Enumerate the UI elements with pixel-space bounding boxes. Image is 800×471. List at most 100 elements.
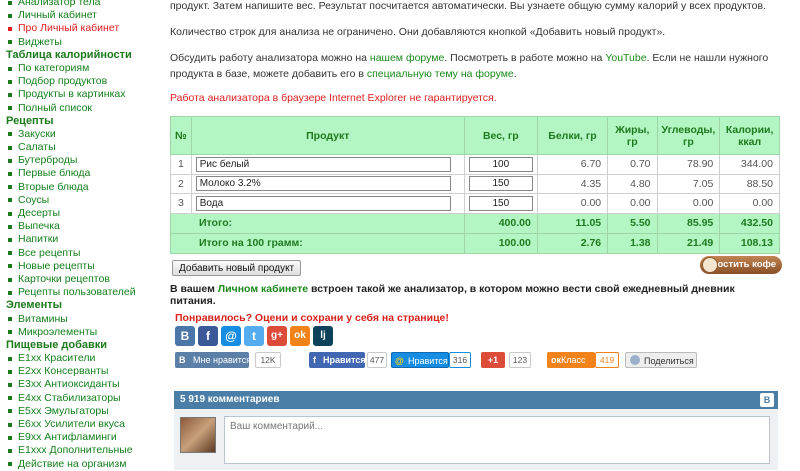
sidebar-item[interactable]: Полный список (0, 102, 162, 115)
table-row: 3 Вода 150 0.00 0.00 0.00 0.00 (170, 193, 780, 214)
sidebar-heading[interactable]: Пищевые добавки (0, 339, 162, 352)
ok-class-button[interactable]: ок Класс (547, 352, 595, 368)
total-label-cell: Итого: (170, 212, 465, 234)
sidebar-item[interactable]: Карточки рецептов (0, 273, 162, 286)
kcal-value: 0.00 (719, 193, 780, 214)
product-cell: Вода (190, 193, 465, 214)
sidebar-item[interactable]: Личный кабинет (0, 9, 162, 22)
share-button-label: Поделиться (644, 356, 694, 366)
mail-like-button[interactable]: @ Нравится (391, 352, 449, 368)
sidebar-item-label: Полный список (18, 101, 93, 114)
sidebar-item[interactable]: Бутерброды (0, 154, 162, 167)
bullet-icon (8, 145, 12, 150)
total-row: Итого на 100 грамм: 100.00 2.76 1.38 21.49 10… (170, 232, 780, 254)
sidebar-item[interactable]: Напитки (0, 233, 162, 246)
bullet-icon (8, 317, 12, 322)
product-input[interactable]: Молоко 3.2% (195, 176, 451, 192)
bullet-icon (8, 0, 12, 5)
youtube-link[interactable]: YouTube (605, 52, 646, 64)
vk-like-button[interactable]: B Мне нравится (175, 352, 251, 368)
bullet-icon (8, 409, 12, 414)
diary-note: В вашем Личном кабинете встроен такой же… (170, 283, 782, 307)
sidebar-item[interactable]: Все рецепты (0, 247, 162, 260)
forum-link[interactable]: нашем форуме (370, 52, 444, 64)
comment-form: Ваш комментарий... (174, 409, 778, 470)
sidebar-item[interactable]: Витамины (0, 313, 162, 326)
bullet-icon (8, 383, 12, 388)
forum-topic-link[interactable]: специальную тему на форуме (367, 68, 514, 80)
sidebar-item[interactable]: E1xx Красители (0, 352, 162, 365)
add-product-button[interactable]: Добавить новый продукт (172, 260, 302, 276)
sidebar-item[interactable]: Действие на организм (0, 458, 162, 471)
sidebar-item[interactable]: E6xx Усилители вкуса (0, 418, 162, 431)
sidebar-item[interactable]: Рецепты пользователей (0, 286, 162, 299)
weight-input[interactable]: 150 (468, 195, 533, 211)
sidebar-item[interactable]: Микроэлементы (0, 326, 162, 339)
sidebar-item[interactable]: Выпечка (0, 220, 162, 233)
weight-input[interactable]: 150 (468, 176, 533, 192)
sidebar-item[interactable]: Первые блюда (0, 167, 162, 180)
vk-share-icon[interactable]: B (175, 326, 195, 346)
sidebar-item[interactable]: E1xxx Дополнительные (0, 444, 162, 457)
sidebar-item-label: Анализатор тела (18, 0, 101, 8)
sidebar-heading[interactable]: Рецепты (0, 115, 162, 128)
sidebar-item[interactable]: Виджеты (0, 36, 162, 49)
share-button[interactable]: Поделиться (625, 352, 697, 368)
sidebar-item-label: Бутерброды (18, 154, 78, 167)
sidebar-item[interactable]: По категориям (0, 62, 162, 75)
ok-class-count: 419 (595, 352, 619, 368)
sidebar-item[interactable]: Про Личный кабинет (0, 22, 162, 35)
facebook-share-icon[interactable]: f (198, 326, 218, 346)
sidebar-item[interactable]: E3xx Антиоксиданты (0, 378, 162, 391)
share-call-to-action: Понравилось? Оцени и сохрани у себя на с… (175, 312, 449, 324)
sidebar-item[interactable]: Анализатор тела (0, 0, 162, 9)
odnoklassniki-share-icon[interactable]: ok (290, 326, 310, 346)
sidebar-item[interactable]: E9xx Антифламинги (0, 431, 162, 444)
facebook-icon: f (313, 355, 316, 365)
sidebar-item[interactable]: E4xx Стабилизаторы (0, 392, 162, 405)
sidebar-item-label: E4xx Стабилизаторы (18, 391, 121, 404)
googleplus-share-icon[interactable]: g+ (267, 326, 287, 346)
gplus-button[interactable]: +1 (481, 352, 505, 368)
personal-cabinet-link[interactable]: Личном кабинете (218, 283, 308, 295)
bullet-icon (8, 92, 12, 97)
col-header-protein: Белки, гр (536, 116, 609, 155)
twitter-share-icon[interactable]: t (244, 326, 264, 346)
fat-value: 0.70 (607, 154, 658, 175)
share-icons-row: Bf @ t g+ ok lj (175, 326, 333, 346)
sidebar-item[interactable]: Продукты в картинках (0, 88, 162, 101)
sidebar-item-label: Соусы (18, 193, 50, 206)
sidebar-item[interactable]: Новые рецепты (0, 260, 162, 273)
kcal-value: 88.50 (719, 173, 780, 194)
calorie-calculator-table: № Продукт Вес, гр Белки, гр Жиры, гр Угл… (170, 116, 780, 254)
bullet-icon (8, 13, 12, 18)
facebook-like-button[interactable]: f Нравится (309, 352, 366, 368)
carbs-value: 78.90 (656, 154, 721, 175)
mail-icon: @ (395, 356, 404, 366)
sidebar-item[interactable]: E5xx Эмульгаторы (0, 405, 162, 418)
sidebar-item[interactable]: E2xx Консерванты (0, 365, 162, 378)
sidebar-heading[interactable]: Элементы (0, 299, 162, 312)
mail-share-icon[interactable]: @ (221, 326, 241, 346)
buy-coffee-button[interactable]: Угостить кофе (700, 256, 782, 274)
sidebar-heading[interactable]: Таблица калорийности (0, 49, 162, 62)
sidebar-item[interactable]: Соусы (0, 194, 162, 207)
total-weight: 400.00 (463, 212, 538, 234)
intro-text: . (513, 68, 517, 80)
comment-input[interactable]: Ваш комментарий... (224, 416, 770, 464)
weight-input[interactable]: 100 (468, 156, 533, 172)
product-input[interactable]: Рис белый (195, 156, 451, 172)
bullet-icon (8, 251, 12, 256)
sidebar-item[interactable]: Вторые блюда (0, 181, 162, 194)
sidebar-item[interactable]: Салаты (0, 141, 162, 154)
sidebar-item[interactable]: Закуски (0, 128, 162, 141)
product-input[interactable]: Вода (195, 195, 451, 211)
sidebar-item[interactable]: Десерты (0, 207, 162, 220)
sidebar-section: Рецепты Закуски Салаты Бутерброды Первые блю… (0, 115, 162, 300)
sidebar-item-label: Закуски (18, 127, 56, 140)
livejournal-share-icon[interactable]: lj (313, 326, 333, 346)
ie-warning: Работа анализатора в браузере Internet E… (170, 92, 497, 104)
col-header-carbs: Углеводы, гр (656, 116, 721, 155)
sidebar: Анализатор тела Личный кабинет Про Личный … (0, 0, 162, 470)
sidebar-item[interactable]: Подбор продуктов (0, 75, 162, 88)
